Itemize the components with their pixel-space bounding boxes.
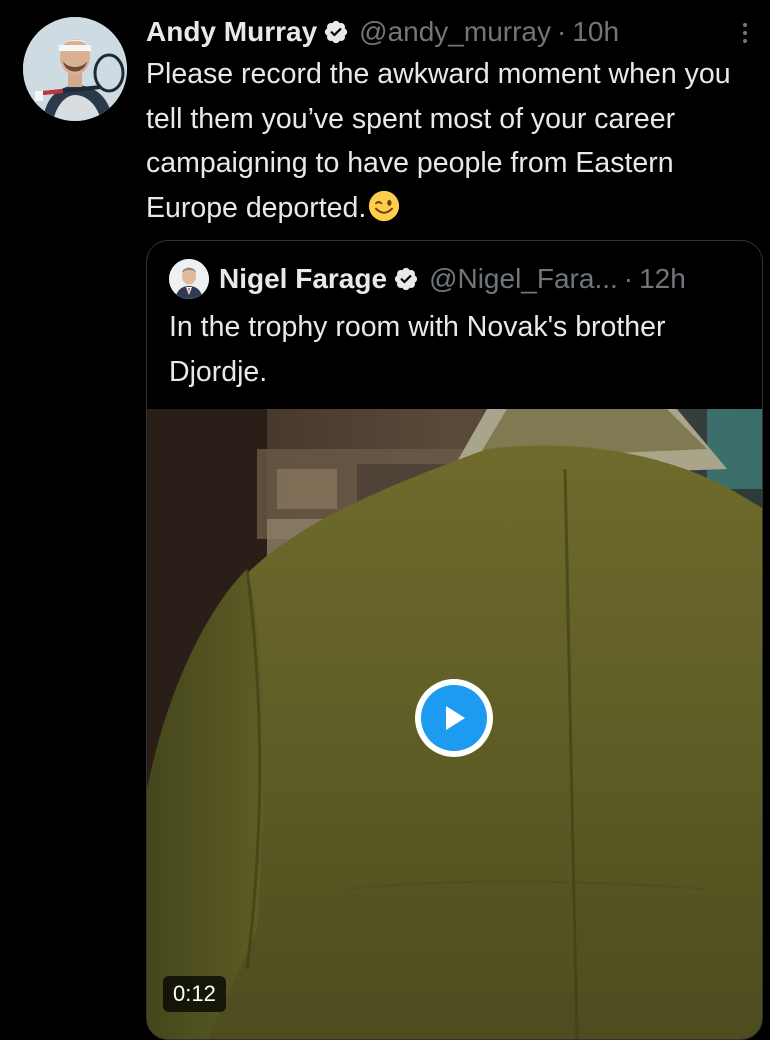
more-options-icon[interactable] [735,18,755,48]
verified-badge-icon [394,267,418,291]
tweet-text-content: Please record the awkward moment when yo… [146,58,731,224]
tweet-text: Please record the awkward moment when yo… [146,52,756,230]
verified-badge-icon [325,20,348,44]
video-player[interactable]: 0:12 [147,409,762,1039]
quoted-tweet-text: In the trophy room with Novak's brother … [169,311,666,388]
tweet-header: Andy Murray @andy_murray · 10h [146,12,710,52]
quoted-author-avatar[interactable] [169,259,209,299]
quoted-tweet-header: Nigel Farage @Nigel_Fara... · 12h [169,255,748,303]
video-duration-badge: 0:12 [163,976,226,1012]
separator-dot: · [557,16,567,47]
author-avatar[interactable] [23,17,127,121]
play-icon [421,685,487,751]
quoted-author-handle[interactable]: @Nigel_Fara... [429,263,618,295]
tweet-time[interactable]: 10h [572,16,619,48]
avatar-image [23,17,127,121]
separator-dot: · [623,263,634,294]
tweet[interactable]: Andy Murray @andy_murray · 10h Please re… [0,0,770,1040]
quoted-author-name[interactable]: Nigel Farage [219,263,387,295]
quoted-tweet[interactable]: Nigel Farage @Nigel_Fara... · 12h In the… [146,240,763,1040]
quoted-avatar-image [169,259,209,299]
author-name[interactable]: Andy Murray [146,16,317,48]
play-button[interactable] [415,679,493,757]
winking-face-emoji [369,190,400,221]
author-handle[interactable]: @andy_murray [359,16,551,48]
quoted-tweet-time: 12h [639,263,686,294]
